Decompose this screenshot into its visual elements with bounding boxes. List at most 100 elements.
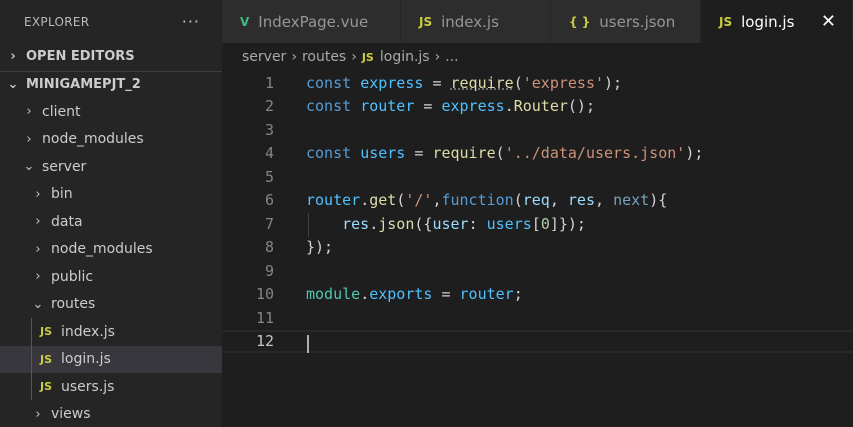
tree-item-login-js[interactable]: JS login.js — [0, 345, 222, 373]
js-file-icon: JS — [40, 380, 53, 394]
code-line[interactable]: 4 const users = require('../data/users.j… — [222, 142, 853, 166]
line-number: 4 — [264, 144, 274, 163]
code-text: }); — [306, 238, 334, 257]
breadcrumb-item-routes[interactable]: routes — [302, 49, 346, 65]
line-number: 6 — [264, 191, 274, 210]
line-number: 5 — [264, 167, 274, 186]
open-editors-label: OPEN EDITORS — [26, 49, 135, 65]
tree-item-users-js[interactable]: JS users.js — [0, 373, 222, 401]
project-section[interactable]: ⌄ MINIGAMEPJT_2 — [0, 70, 222, 99]
editor-tabs: V IndexPage.vue JS index.js { } users.js… — [222, 0, 853, 43]
line-number: 3 — [264, 120, 274, 139]
tree-item-node-modules[interactable]: › node_modules — [0, 126, 222, 154]
chevron-down-icon: ⌄ — [32, 296, 44, 312]
chevron-right-icon: › — [10, 49, 16, 65]
js-file-icon: JS — [361, 50, 374, 64]
breadcrumb: server › routes › JS login.js › ... — [242, 43, 459, 71]
line-number: 10 — [255, 285, 274, 304]
tree-item-label: server — [42, 158, 87, 175]
text-cursor — [307, 334, 309, 353]
project-label: MINIGAMEPJT_2 — [26, 77, 141, 93]
line-number: 2 — [264, 97, 274, 116]
code-line[interactable]: 7 res.json({user: users[0]}); — [222, 212, 853, 236]
chevron-right-icon: › — [26, 104, 32, 120]
line-number: 11 — [255, 308, 274, 327]
tree-item-label: bin — [51, 186, 73, 203]
tab-label: users.json — [599, 12, 676, 31]
tab-indexpage-vue[interactable]: V IndexPage.vue — [222, 0, 401, 43]
tree-item-server[interactable]: ⌄ server — [0, 153, 222, 181]
code-line[interactable]: 3 — [222, 118, 853, 142]
tree-item-label: users.js — [61, 378, 115, 395]
code-line[interactable]: 5 — [222, 165, 853, 189]
code-line[interactable]: 11 — [222, 306, 853, 330]
tree-item-label: views — [51, 406, 91, 423]
breadcrumb-item-server[interactable]: server — [242, 49, 286, 65]
tree-item-index-js[interactable]: JS index.js — [0, 318, 222, 346]
tree-item-label: data — [51, 213, 83, 230]
open-editors-section[interactable]: › OPEN EDITORS — [0, 43, 222, 71]
chevron-right-icon: › — [291, 49, 297, 65]
code-line[interactable]: 2 const router = express.Router(); — [222, 95, 853, 119]
code-line-current[interactable]: 12 — [222, 329, 853, 353]
tree-item-public[interactable]: › public — [0, 263, 222, 291]
tree-item-server-node-modules[interactable]: › node_modules — [0, 236, 222, 264]
chevron-right-icon: › — [35, 406, 41, 422]
close-icon[interactable]: ✕ — [821, 11, 836, 32]
code-text: const users = require('../data/users.jso… — [306, 144, 704, 163]
tree-item-data[interactable]: › data — [0, 208, 222, 236]
js-file-icon: JS — [419, 14, 433, 29]
js-file-icon: JS — [719, 14, 733, 29]
tab-label: IndexPage.vue — [258, 12, 369, 31]
tree-item-label: public — [51, 268, 94, 285]
code-line[interactable]: 8 }); — [222, 236, 853, 260]
code-text: module.exports = router; — [306, 285, 523, 304]
js-file-icon: JS — [40, 325, 53, 339]
breadcrumb-item-file[interactable]: login.js — [380, 49, 430, 65]
chevron-right-icon: › — [35, 186, 41, 202]
breadcrumb-item-symbols[interactable]: ... — [445, 49, 458, 65]
tab-login-js[interactable]: JS login.js ✕ — [701, 0, 853, 43]
tab-index-js[interactable]: JS index.js — [401, 0, 551, 43]
tree-item-views[interactable]: › views — [0, 401, 222, 427]
tab-users-json[interactable]: { } users.json — [551, 0, 701, 43]
tree-item-client[interactable]: › client — [0, 98, 222, 126]
chevron-right-icon: › — [434, 49, 441, 65]
code-line[interactable]: 9 — [222, 259, 853, 283]
code-line[interactable]: 1 const express = require('express'); — [222, 71, 853, 95]
chevron-right-icon: › — [35, 241, 41, 257]
chevron-down-icon: ⌄ — [23, 159, 35, 175]
line-number: 12 — [255, 332, 274, 351]
line-number: 8 — [264, 238, 274, 257]
vue-file-icon: V — [240, 14, 250, 29]
code-line[interactable]: 6 router.get('/',function(req, res, next… — [222, 189, 853, 213]
code-text: const express = require('express'); — [306, 73, 623, 92]
tree-item-routes[interactable]: ⌄ routes — [0, 291, 222, 319]
chevron-right-icon: › — [26, 131, 32, 147]
tree-item-label: index.js — [61, 323, 115, 340]
tree-item-label: node_modules — [42, 131, 144, 148]
chevron-right-icon: › — [35, 214, 41, 230]
tab-label: login.js — [741, 12, 795, 31]
tree-item-label: routes — [51, 296, 96, 313]
js-file-icon: JS — [40, 352, 53, 366]
tree-item-label: login.js — [61, 351, 111, 368]
tree-item-bin[interactable]: › bin — [0, 181, 222, 209]
chevron-down-icon: ⌄ — [7, 77, 19, 93]
explorer-sidebar: EXPLORER ··· › OPEN EDITORS ⌄ MINIGAMEPJ… — [0, 0, 222, 427]
more-actions-icon[interactable]: ··· — [182, 12, 200, 31]
tree-indent-guide — [31, 318, 32, 400]
json-file-icon: { } — [569, 14, 591, 29]
line-number: 1 — [264, 73, 274, 92]
tree-item-label: node_modules — [51, 241, 153, 258]
code-text: res.json({user: users[0]}); — [342, 214, 586, 233]
line-number: 9 — [264, 261, 274, 280]
line-number: 7 — [264, 214, 274, 233]
code-line[interactable]: 10 module.exports = router; — [222, 283, 853, 307]
chevron-right-icon: › — [351, 49, 357, 65]
tree-item-label: client — [42, 103, 81, 120]
code-text: router.get('/',function(req, res, next){ — [306, 191, 668, 210]
explorer-title: EXPLORER — [24, 14, 90, 29]
code-editor[interactable]: 1 const express = require('express'); 2 … — [222, 71, 853, 427]
chevron-right-icon: › — [35, 269, 41, 285]
